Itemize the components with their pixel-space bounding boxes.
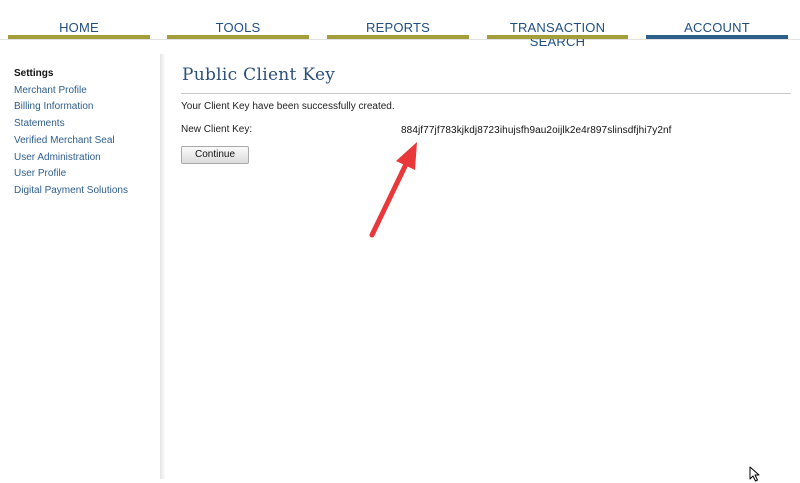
nav-tab-reports[interactable]: REPORTS bbox=[327, 0, 469, 40]
nav-tab-label: HOME bbox=[59, 20, 99, 35]
nav-tab-tools[interactable]: TOOLS bbox=[167, 0, 309, 40]
top-navigation: HOME TOOLS REPORTS TRANSACTION SEARCH AC… bbox=[0, 0, 800, 49]
nav-tab-underline-active bbox=[646, 35, 788, 39]
page-title: Public Client Key bbox=[182, 65, 336, 85]
sidebar-item-user-administration[interactable]: User Administration bbox=[14, 152, 101, 164]
sidebar-item-verified-merchant-seal[interactable]: Verified Merchant Seal bbox=[14, 135, 115, 147]
sidebar-item-merchant-profile[interactable]: Merchant Profile bbox=[14, 85, 87, 97]
nav-tab-underline bbox=[8, 35, 150, 39]
title-divider bbox=[181, 93, 791, 94]
mouse-cursor-icon bbox=[749, 466, 760, 482]
sidebar-item-statements[interactable]: Statements bbox=[14, 118, 65, 130]
sidebar-divider-shadow bbox=[160, 54, 166, 479]
nav-tab-label: REPORTS bbox=[365, 20, 430, 35]
nav-tab-transaction-search[interactable]: TRANSACTION SEARCH bbox=[487, 0, 628, 49]
nav-tab-underline bbox=[327, 35, 469, 39]
nav-tab-label: TOOLS bbox=[215, 20, 261, 35]
nav-tab-account[interactable]: ACCOUNT bbox=[646, 0, 788, 40]
sidebar-item-digital-payment-solutions[interactable]: Digital Payment Solutions bbox=[14, 185, 128, 197]
red-arrow-icon bbox=[369, 142, 417, 238]
continue-button[interactable]: Continue bbox=[181, 146, 249, 164]
success-message: Your Client Key have been successfully c… bbox=[181, 101, 395, 112]
client-key-label: New Client Key: bbox=[181, 124, 253, 135]
nav-tab-underline bbox=[487, 35, 628, 39]
sidebar-heading-settings: Settings bbox=[14, 68, 54, 79]
sidebar-item-billing-information[interactable]: Billing Information bbox=[14, 101, 93, 113]
settings-sidebar: Settings Merchant Profile Billing Inform… bbox=[0, 40, 166, 483]
nav-tab-underline bbox=[167, 35, 309, 39]
client-key-value: 884jf77jf783kjkdj8723ihujsfh9au2oijlk2e4… bbox=[401, 125, 672, 136]
sidebar-item-user-profile[interactable]: User Profile bbox=[14, 168, 66, 180]
nav-tab-label: ACCOUNT bbox=[684, 20, 750, 35]
nav-tab-home[interactable]: HOME bbox=[8, 0, 150, 40]
